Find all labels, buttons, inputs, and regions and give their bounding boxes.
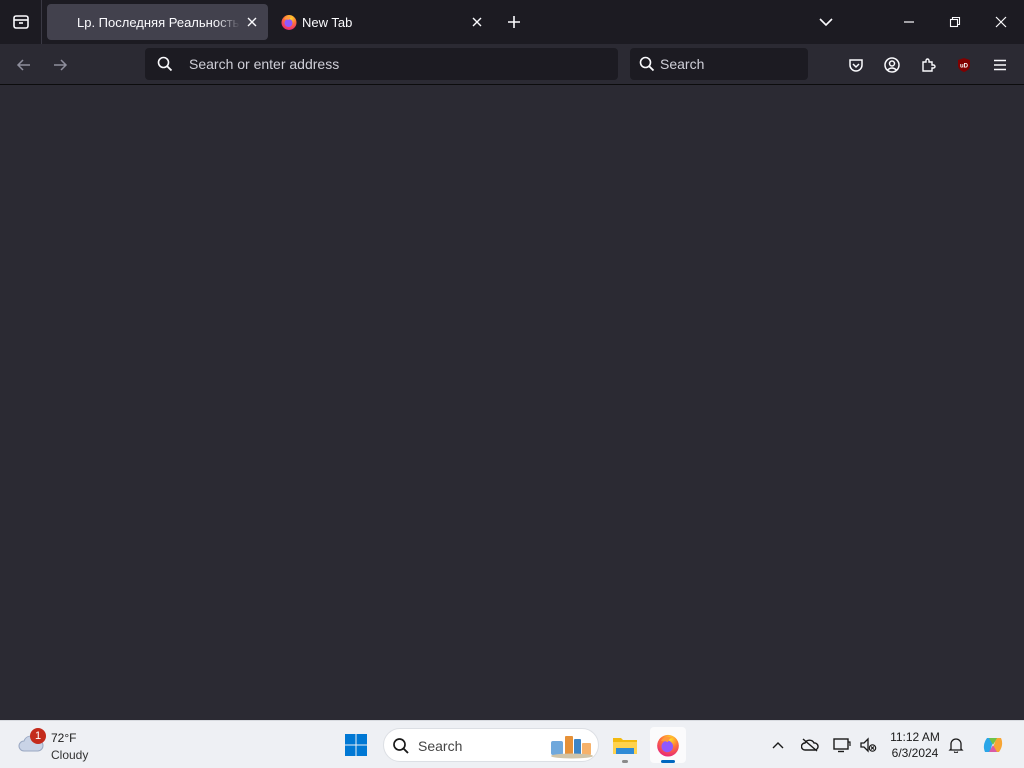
close-window-button[interactable] — [978, 0, 1024, 44]
close-tab-button[interactable] — [244, 14, 260, 30]
close-icon — [247, 17, 257, 27]
taskbar-search[interactable] — [383, 728, 599, 762]
search-icon — [157, 56, 173, 72]
start-button[interactable] — [340, 729, 372, 761]
address-bar[interactable] — [145, 48, 618, 80]
search-highlight-icon — [551, 736, 593, 759]
network-sound-button[interactable] — [856, 733, 880, 757]
ublock-origin-button[interactable]: uD — [951, 52, 977, 78]
firefox-logo-icon — [281, 15, 297, 30]
folder-icon — [613, 738, 637, 754]
clock-date: 6/3/2024 — [891, 746, 939, 760]
tab-active[interactable]: Lp. Последняя Реальность #8 — [47, 4, 268, 40]
cloud-offline-icon — [801, 738, 819, 752]
pocket-button[interactable] — [843, 52, 869, 78]
firefox-logo-icon — [657, 734, 679, 757]
chevron-down-icon — [819, 18, 833, 27]
notifications-button[interactable] — [944, 733, 968, 757]
minimize-button[interactable] — [886, 0, 932, 44]
account-icon — [884, 57, 900, 73]
bell-icon — [948, 738, 964, 753]
back-button[interactable] — [11, 52, 37, 78]
taskbar: 1 72°F Cloudy Search 11:12 AM 6/3/2024 — [0, 720, 1024, 768]
weather-widget[interactable]: 1 72°F Cloudy — [14, 725, 114, 765]
plus-icon — [508, 16, 520, 28]
search-icon — [393, 738, 409, 754]
copilot-icon — [983, 738, 1003, 752]
firefox-taskbar-button[interactable] — [650, 727, 686, 763]
tab-title: New Tab — [302, 14, 353, 30]
close-icon — [472, 17, 482, 27]
restore-button[interactable] — [932, 0, 978, 44]
tab-bar: Lp. Последняя Реальность #8 New Tab — [0, 0, 1024, 44]
windows-logo-icon — [345, 734, 367, 756]
list-all-tabs-button[interactable] — [814, 10, 838, 34]
app-menu-button[interactable] — [987, 52, 1013, 78]
clock-time: 11:12 AM — [890, 730, 940, 744]
arrow-right-icon — [54, 59, 68, 71]
ublock-origin-icon: uD — [958, 58, 970, 72]
search-input[interactable] — [660, 55, 800, 73]
system-clock[interactable]: 11:12 AM 6/3/2024 — [882, 729, 948, 763]
running-indicator — [622, 760, 628, 763]
new-tab-button[interactable] — [502, 10, 526, 34]
hamburger-menu-icon — [994, 59, 1006, 71]
chevron-up-icon — [772, 742, 784, 749]
page-content[interactable] — [0, 85, 1024, 720]
running-indicator — [661, 760, 675, 763]
puzzle-icon — [922, 58, 936, 72]
firefox-view-button[interactable] — [0, 0, 42, 44]
minimize-icon — [904, 21, 914, 23]
notification-badge: 1 — [30, 728, 46, 744]
forward-button[interactable] — [47, 52, 73, 78]
tab-new-tab[interactable]: New Tab — [272, 4, 494, 40]
speaker-muted-icon — [860, 737, 877, 753]
account-button[interactable] — [879, 52, 905, 78]
arrow-left-icon — [16, 59, 30, 71]
search-icon — [639, 56, 655, 72]
monitor-icon — [833, 738, 851, 753]
ublock-badge-text: uD — [960, 64, 969, 70]
close-icon — [995, 16, 1007, 28]
onedrive-button[interactable] — [798, 733, 822, 757]
display-button[interactable] — [830, 733, 854, 757]
search-bar[interactable] — [630, 48, 808, 80]
tab-title: Lp. Последняя Реальность #8 — [77, 14, 240, 30]
pocket-icon — [849, 59, 863, 72]
extensions-button[interactable] — [915, 52, 941, 78]
taskbar-search-input[interactable] — [418, 737, 538, 755]
restore-icon — [949, 16, 961, 28]
weather-temperature: 72°F — [51, 731, 77, 745]
weather-condition: Cloudy — [51, 748, 89, 762]
show-hidden-icons-button[interactable] — [766, 733, 790, 757]
navigation-toolbar: uD — [0, 44, 1024, 85]
copilot-button[interactable] — [978, 730, 1008, 760]
firefox-view-icon — [12, 15, 29, 29]
address-input[interactable] — [189, 55, 589, 73]
close-tab-button[interactable] — [469, 14, 485, 30]
file-explorer-button[interactable] — [607, 727, 643, 763]
